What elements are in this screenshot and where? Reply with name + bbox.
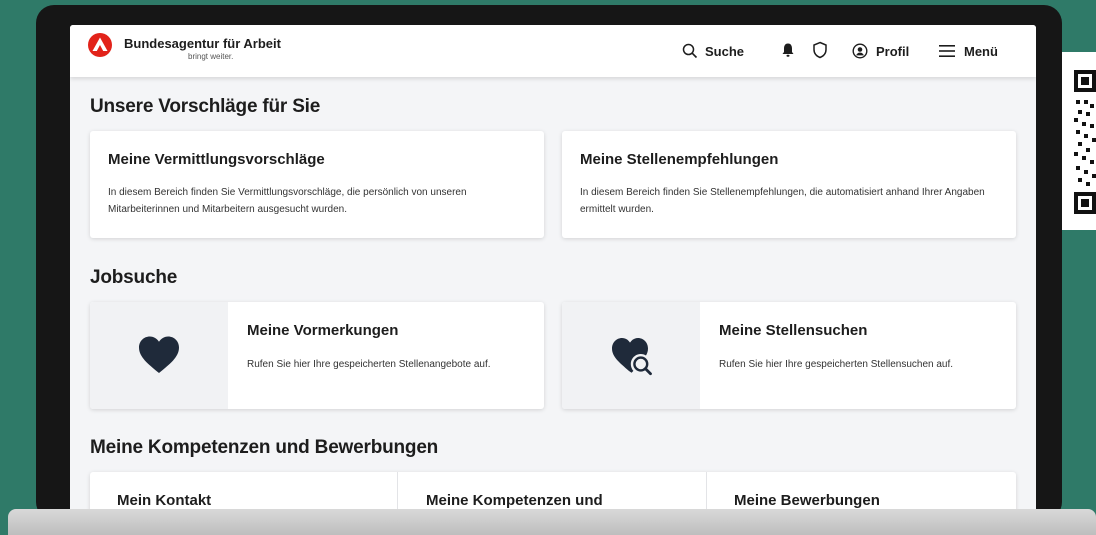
search-button[interactable]: Suche xyxy=(682,41,744,61)
card-vermittlungsvorschlaege[interactable]: Meine Vermittlungsvorschläge In diesem B… xyxy=(90,131,544,238)
laptop-base xyxy=(8,509,1096,535)
card-title: Meine Vermittlungsvorschläge xyxy=(108,151,325,168)
card-text: Rufen Sie hier Ihre gespeicherten Stelle… xyxy=(719,359,954,370)
icon-box xyxy=(562,302,700,409)
brand-name[interactable]: Bundesagentur für Arbeit xyxy=(124,36,281,51)
heart-search-icon xyxy=(612,338,652,376)
section-title-competences: Meine Kompetenzen und Bewerbungen xyxy=(90,437,439,458)
profile-button[interactable]: Profil xyxy=(852,41,909,61)
heart-icon xyxy=(139,336,179,373)
card-vormerkungen[interactable]: Meine Vormerkungen Rufen Sie hier Ihre g… xyxy=(90,302,544,409)
card-title: Meine Stellensuchen xyxy=(719,322,868,339)
icon-box xyxy=(90,302,228,409)
section-title-jobsearch: Jobsuche xyxy=(90,267,178,288)
bell-icon[interactable] xyxy=(780,42,796,58)
card-title: Meine Stellenempfehlungen xyxy=(580,151,779,168)
card-title: Meine Vormerkungen xyxy=(247,322,399,339)
card-stellensuchen[interactable]: Meine Stellensuchen Rufen Sie hier Ihre … xyxy=(562,302,1016,409)
browser-screen: Bundesagentur für Arbeit bringt weiter. … xyxy=(70,25,1036,520)
card-title: Mein Kontakt xyxy=(117,492,212,509)
search-label: Suche xyxy=(705,43,745,59)
qr-code-graphic xyxy=(1074,70,1096,214)
card-text: In diesem Bereich finden Sie Stellenempf… xyxy=(580,187,985,215)
card-stellenempfehlungen[interactable]: Meine Stellenempfehlungen In diesem Bere… xyxy=(562,131,1016,238)
brand-tagline: bringt weiter. xyxy=(188,52,234,61)
user-circle-icon xyxy=(852,43,868,59)
qr-code xyxy=(1062,52,1096,230)
card-title: Meine Bewerbungen xyxy=(734,492,880,509)
search-icon xyxy=(682,43,698,59)
profile-label: Profil xyxy=(876,43,910,59)
card-title: Meine Kompetenzen und xyxy=(426,492,603,509)
section-title-suggestions: Unsere Vorschläge für Sie xyxy=(90,96,321,117)
card-text: Rufen Sie hier Ihre gespeicherten Stelle… xyxy=(247,359,491,370)
ba-logo-icon[interactable] xyxy=(88,33,112,57)
card-text: In diesem Bereich finden Sie Vermittlung… xyxy=(108,187,467,215)
menu-label: Menü xyxy=(964,43,998,59)
menu-button[interactable]: Menü xyxy=(938,41,998,61)
shield-icon[interactable] xyxy=(812,41,828,59)
site-header: Bundesagentur für Arbeit bringt weiter. … xyxy=(70,25,1036,77)
hamburger-icon xyxy=(939,45,955,57)
